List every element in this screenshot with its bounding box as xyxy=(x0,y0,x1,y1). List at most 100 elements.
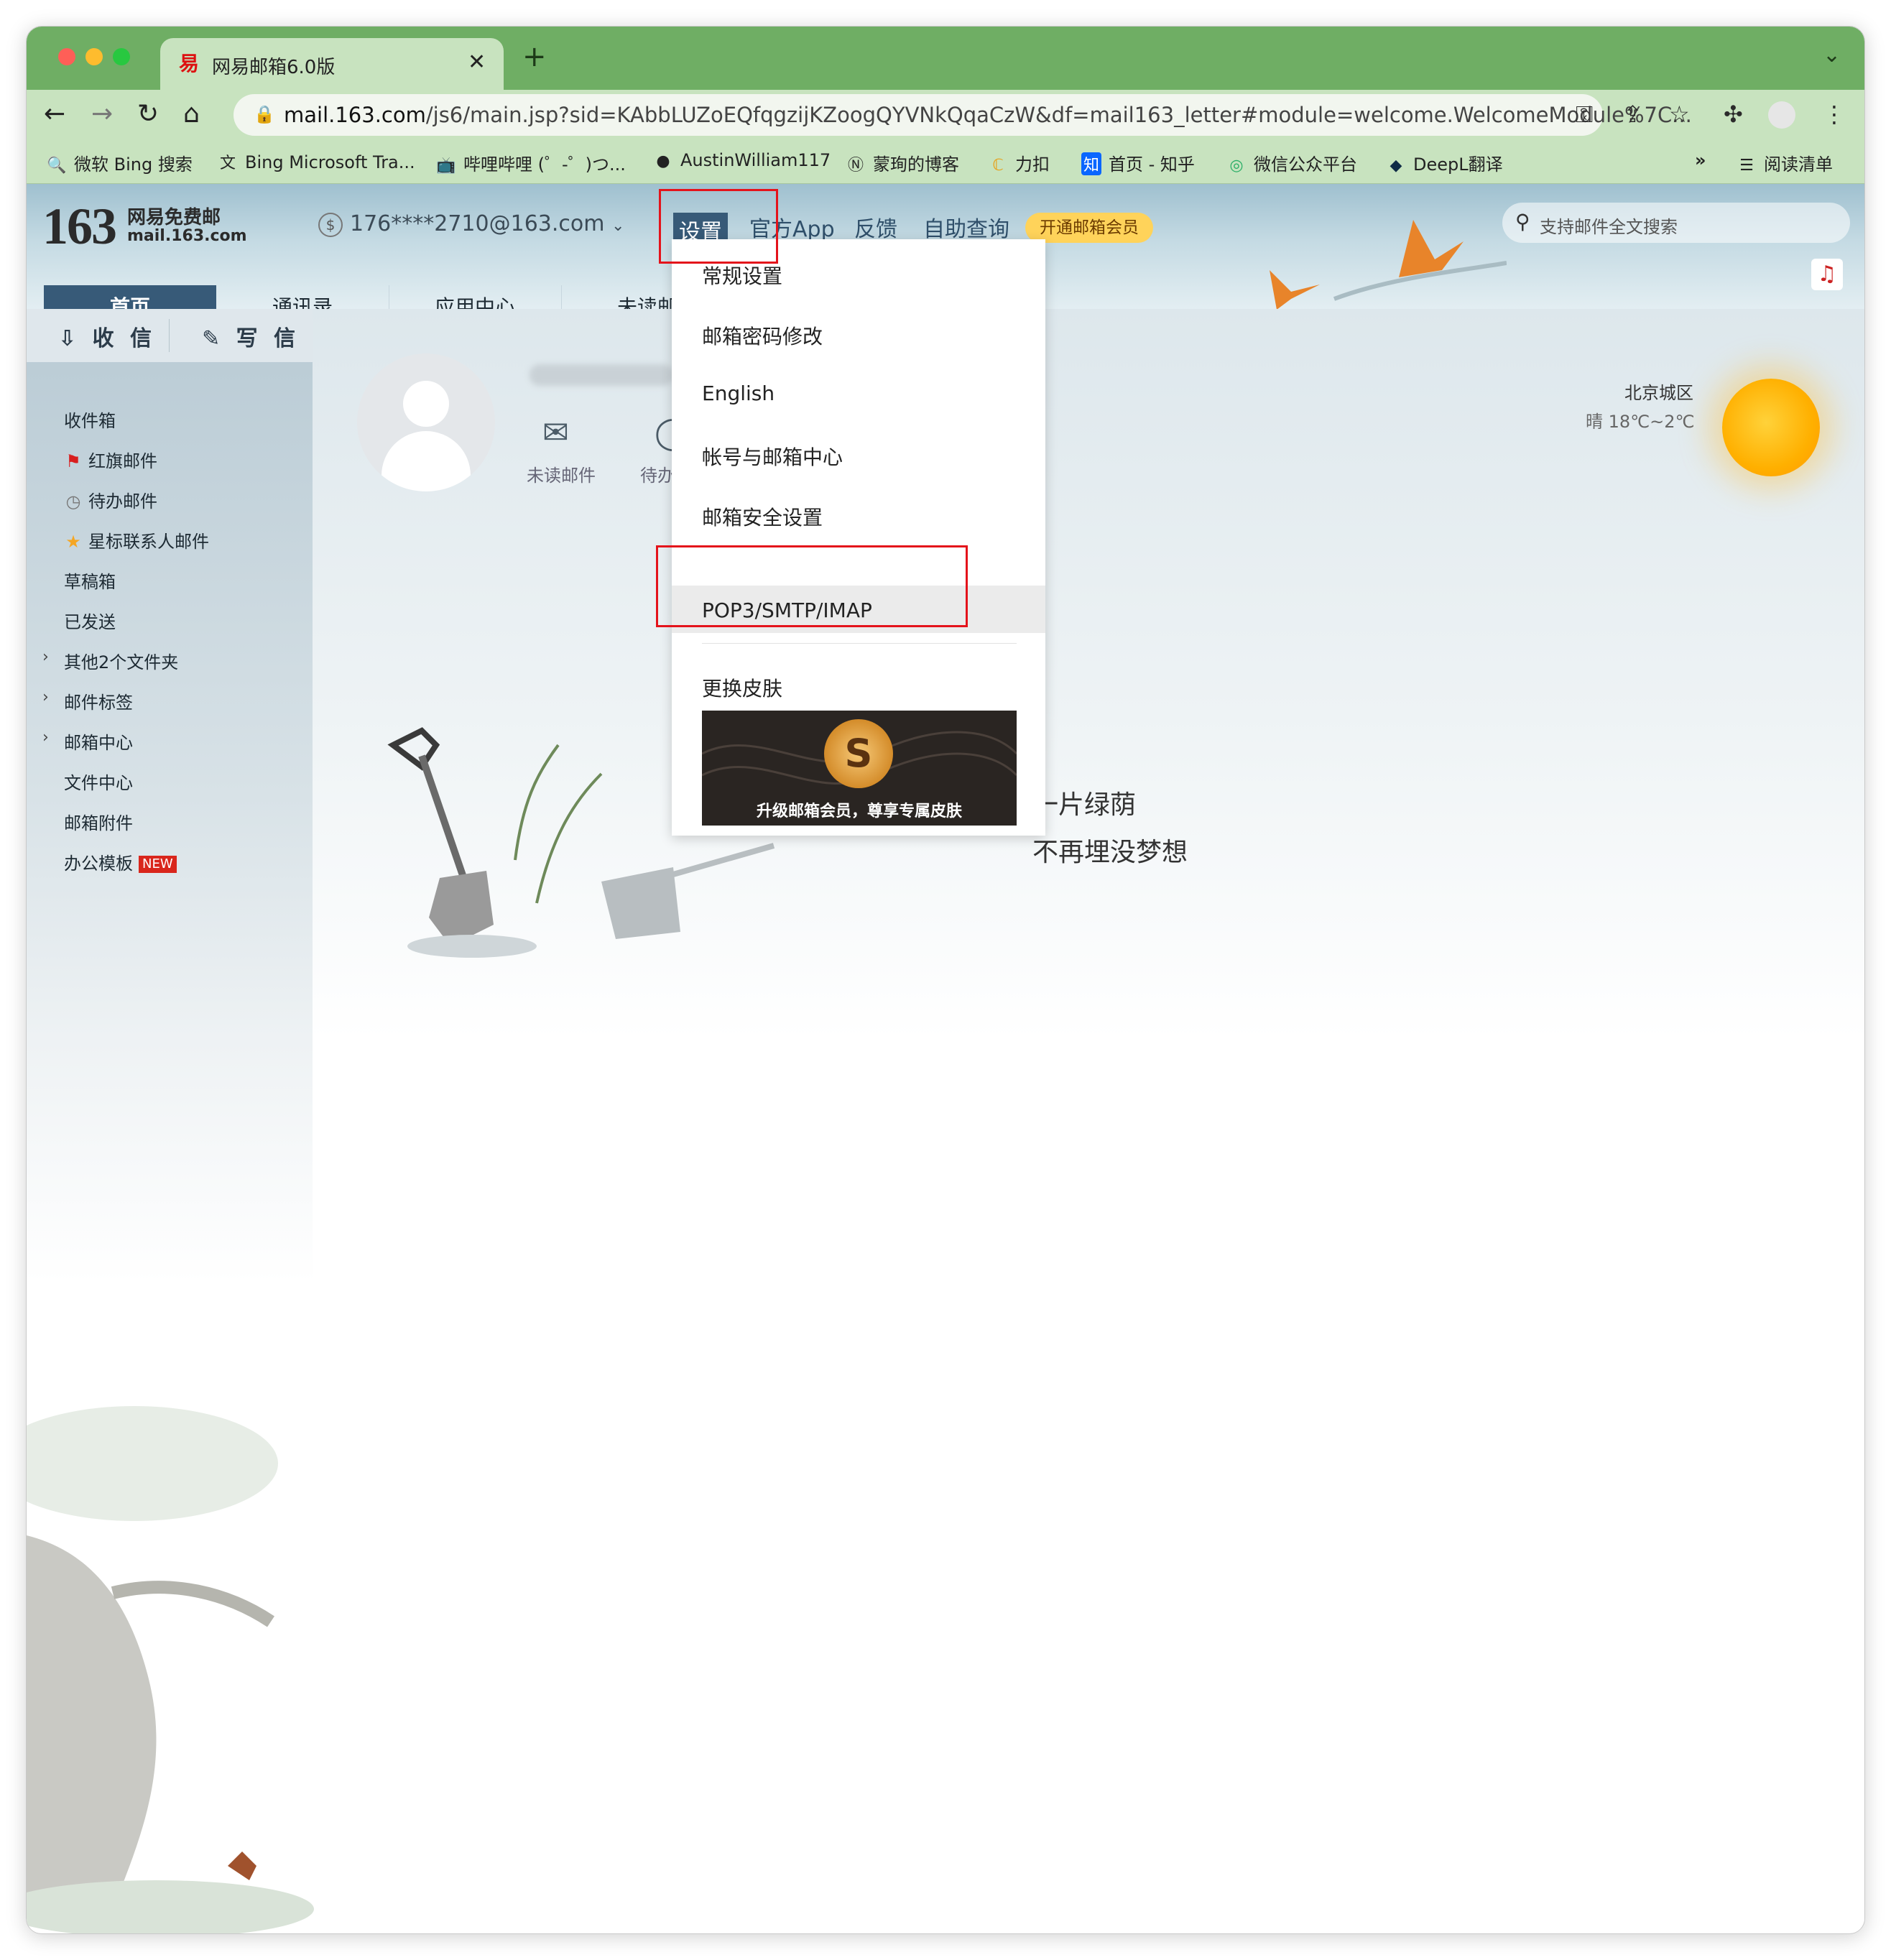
title-bar: 易 网易邮箱6.0版 ✕ + ⌄ xyxy=(27,27,1864,90)
menu-item-change-skin[interactable]: 更换皮肤 xyxy=(702,673,782,702)
address-bar[interactable]: 🔒 mail.163.com/js6/main.jsp?sid=KAbbLUZo… xyxy=(234,94,1692,136)
star-icon: ★ xyxy=(65,532,81,552)
bookmark-item[interactable]: 🔍 微软 Bing 搜索 xyxy=(47,150,193,175)
extensions-icon[interactable]: ✣ xyxy=(1724,100,1743,129)
slogan-line-1: 一片绿荫 xyxy=(1032,790,1137,820)
blog-icon: Ⓝ xyxy=(847,157,864,175)
minimize-window-button[interactable] xyxy=(85,48,103,65)
logo-163[interactable]: 163 xyxy=(42,197,117,256)
user-avatar[interactable] xyxy=(357,353,495,491)
envelope-icon[interactable]: ✉ xyxy=(542,415,569,451)
sidebar-item-inbox[interactable]: 收件箱 xyxy=(64,407,116,432)
vip-banner-text: 升级邮箱会员，尊享专属皮肤 xyxy=(756,803,962,820)
write-button[interactable]: ✎ 写 信 xyxy=(202,320,300,352)
menu-item-password-change[interactable]: 邮箱密码修改 xyxy=(702,321,823,350)
menu-item-general-settings[interactable]: 常规设置 xyxy=(702,261,782,290)
weather-temperature: 晴 18℃~2℃ xyxy=(1586,412,1695,432)
bookmark-item[interactable]: Ⓝ 蒙珣的博客 xyxy=(846,150,959,175)
sidebar-item-file-center[interactable]: 文件中心 xyxy=(64,769,133,794)
bookmark-item[interactable]: ℂ 力扣 xyxy=(988,150,1050,175)
browser-tab[interactable]: 易 网易邮箱6.0版 ✕ xyxy=(160,38,504,90)
feedback-link[interactable]: 反馈 xyxy=(854,211,897,243)
bookmark-item[interactable]: ◎ 微信公众平台 xyxy=(1226,150,1357,175)
welcome-panel xyxy=(313,309,1864,1933)
menu-item-account-center[interactable]: 帐号与邮箱中心 xyxy=(702,442,843,471)
chevron-right-icon[interactable]: › xyxy=(42,648,49,666)
key-icon[interactable]: ⚿ xyxy=(1576,100,1593,129)
account-switcher[interactable]: $176****2710@163.com ⌄ xyxy=(318,211,624,237)
slogan-line-2: 不再埋没梦想 xyxy=(1032,838,1188,867)
sidebar-item-mail-center[interactable]: 邮箱中心 xyxy=(64,729,133,754)
logo-text: 网易免费邮 xyxy=(127,207,221,228)
sidebar-item-attachments[interactable]: 邮箱附件 xyxy=(64,809,133,834)
menu-item-security-settings[interactable]: 邮箱安全设置 xyxy=(702,502,823,531)
red-flag-icon: ⚑ xyxy=(65,451,81,471)
lock-icon: 🔒 xyxy=(254,104,275,124)
mail-search-box[interactable]: ⚲ 支持邮件全文搜索 xyxy=(1502,203,1850,243)
chevron-right-icon[interactable]: › xyxy=(42,729,49,746)
tab-close-icon[interactable]: ✕ xyxy=(468,50,486,75)
leetcode-icon: ℂ xyxy=(992,157,1004,175)
search-icon: ⚲ xyxy=(1515,210,1530,234)
chevron-right-icon[interactable]: › xyxy=(42,688,49,706)
tab-search-chevron-icon[interactable]: ⌄ xyxy=(1823,42,1841,68)
unread-mail-label[interactable]: 未读邮件 xyxy=(527,461,596,486)
bookmark-item[interactable]: 知首页 - 知乎 xyxy=(1081,150,1195,175)
profile-avatar[interactable] xyxy=(1768,101,1795,129)
weather-city: 北京城区 xyxy=(1624,383,1693,403)
vip-badge[interactable]: 开通邮箱会员 xyxy=(1025,213,1153,243)
bookmark-item[interactable]: ◆ DeepL翻译 xyxy=(1386,150,1503,175)
reading-list-button[interactable]: ☰ 阅读清单 xyxy=(1737,150,1833,175)
bookmark-item[interactable]: ● AustinWilliam117 xyxy=(653,150,831,170)
forward-icon[interactable]: → xyxy=(91,100,113,129)
todo-label[interactable]: 待办 xyxy=(640,461,675,486)
close-window-button[interactable] xyxy=(58,48,75,65)
search-placeholder: 支持邮件全文搜索 xyxy=(1540,217,1678,237)
sidebar-item-sent[interactable]: 已发送 xyxy=(64,608,116,633)
self-service-link[interactable]: 自助查询 xyxy=(923,211,1009,243)
share-icon[interactable]: ⇪ xyxy=(1623,100,1642,129)
compose-icon: ✎ xyxy=(202,326,225,351)
bilibili-icon: 📺 xyxy=(436,157,456,175)
menu-kebab-icon[interactable]: ⋮ xyxy=(1823,100,1846,129)
translate-icon: 文 xyxy=(219,154,236,172)
bookmark-star-icon[interactable]: ☆ xyxy=(1669,100,1690,129)
reading-list-icon: ☰ xyxy=(1739,157,1754,175)
search-icon: 🔍 xyxy=(47,157,67,175)
inbox-download-icon: ⇩ xyxy=(58,326,81,351)
chevron-down-icon: ⌄ xyxy=(611,217,625,235)
compose-bar: ⇩ 收 信 ✎ 写 信 xyxy=(27,309,313,362)
github-icon: ● xyxy=(656,152,670,170)
sidebar-item-office-templates[interactable]: 办公模板 NEW xyxy=(64,849,177,874)
clock-icon: ◷ xyxy=(65,491,81,512)
highlight-box-settings xyxy=(659,189,778,264)
logo-domain: mail.163.com xyxy=(127,227,247,245)
new-tab-icon[interactable]: + xyxy=(522,42,547,71)
zoom-window-button[interactable] xyxy=(113,48,130,65)
vip-coin-icon: S xyxy=(824,719,893,788)
back-icon[interactable]: ← xyxy=(44,100,65,129)
sidebar-item-other-folders[interactable]: 其他2个文件夹 xyxy=(64,648,178,673)
netease-favicon-icon: 易 xyxy=(179,52,200,75)
receive-button[interactable]: ⇩ 收 信 xyxy=(58,320,156,352)
browser-window: 易 网易邮箱6.0版 ✕ + ⌄ ← → ↻ ⌂ 🔒 mail.163.com/… xyxy=(26,26,1865,1934)
deepl-icon: ◆ xyxy=(1390,157,1402,175)
sidebar-item-drafts[interactable]: 草稿箱 xyxy=(64,568,116,593)
divider xyxy=(169,319,170,352)
bookmarks-bar: 🔍 微软 Bing 搜索 文 Bing Microsoft Tra... 📺 哔哩哔哩… xyxy=(27,142,1864,184)
new-badge: NEW xyxy=(139,856,177,873)
more-bookmarks-button[interactable]: » xyxy=(1695,150,1706,170)
vip-skin-banner[interactable]: S 升级邮箱会员，尊享专属皮肤 xyxy=(702,711,1017,826)
menu-divider xyxy=(702,643,1017,644)
sidebar-item-mail-tags[interactable]: 邮件标签 xyxy=(64,688,133,713)
wechat-icon: ◎ xyxy=(1229,157,1244,175)
music-icon[interactable]: ♫ xyxy=(1811,259,1843,290)
bookmark-item[interactable]: 📺 哔哩哔哩 (゜-゜)つ... xyxy=(436,150,626,175)
sidebar-item-flagged[interactable]: ⚑ 红旗邮件 xyxy=(64,447,157,472)
sidebar-item-todo[interactable]: ◷ 待办邮件 xyxy=(64,487,157,512)
sidebar-item-starred[interactable]: ★ 星标联系人邮件 xyxy=(64,527,209,553)
reload-icon[interactable]: ↻ xyxy=(137,100,159,129)
menu-item-english[interactable]: English xyxy=(702,382,775,405)
home-icon[interactable]: ⌂ xyxy=(183,100,200,129)
bookmark-item[interactable]: 文 Bing Microsoft Tra... xyxy=(218,150,415,173)
